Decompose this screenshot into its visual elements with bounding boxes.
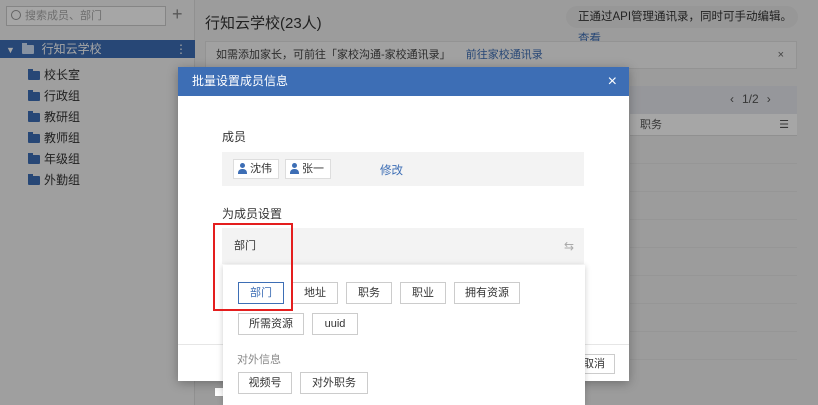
external-info-label: 对外信息 bbox=[237, 354, 281, 366]
option-address[interactable]: 地址 bbox=[292, 282, 338, 304]
modal-title: 批量设置成员信息 bbox=[192, 74, 289, 88]
member-name: 张一 bbox=[302, 163, 324, 175]
member-tag: 沈伟 bbox=[233, 159, 279, 179]
person-icon bbox=[290, 163, 299, 174]
members-box: 沈伟 张一 修改 bbox=[222, 152, 584, 186]
set-for-members-label: 为成员设置 bbox=[222, 207, 283, 221]
option-video-account[interactable]: 视频号 bbox=[238, 372, 292, 394]
highlight-box bbox=[213, 223, 293, 311]
close-icon[interactable]: × bbox=[608, 67, 617, 96]
option-position[interactable]: 职务 bbox=[346, 282, 392, 304]
option-occupation[interactable]: 职业 bbox=[400, 282, 446, 304]
members-label: 成员 bbox=[222, 130, 247, 144]
option-uuid[interactable]: uuid bbox=[312, 313, 358, 335]
swap-icon[interactable]: ⇆ bbox=[564, 228, 574, 264]
option-owned-resources[interactable]: 拥有资源 bbox=[454, 282, 520, 304]
member-name: 沈伟 bbox=[250, 163, 272, 175]
member-tag: 张一 bbox=[285, 159, 331, 179]
option-required-resources[interactable]: 所需资源 bbox=[238, 313, 304, 335]
edit-members-link[interactable]: 修改 bbox=[380, 162, 403, 178]
option-external-position[interactable]: 对外职务 bbox=[300, 372, 368, 394]
modal-header: 批量设置成员信息 × bbox=[178, 67, 629, 96]
person-icon bbox=[238, 163, 247, 174]
